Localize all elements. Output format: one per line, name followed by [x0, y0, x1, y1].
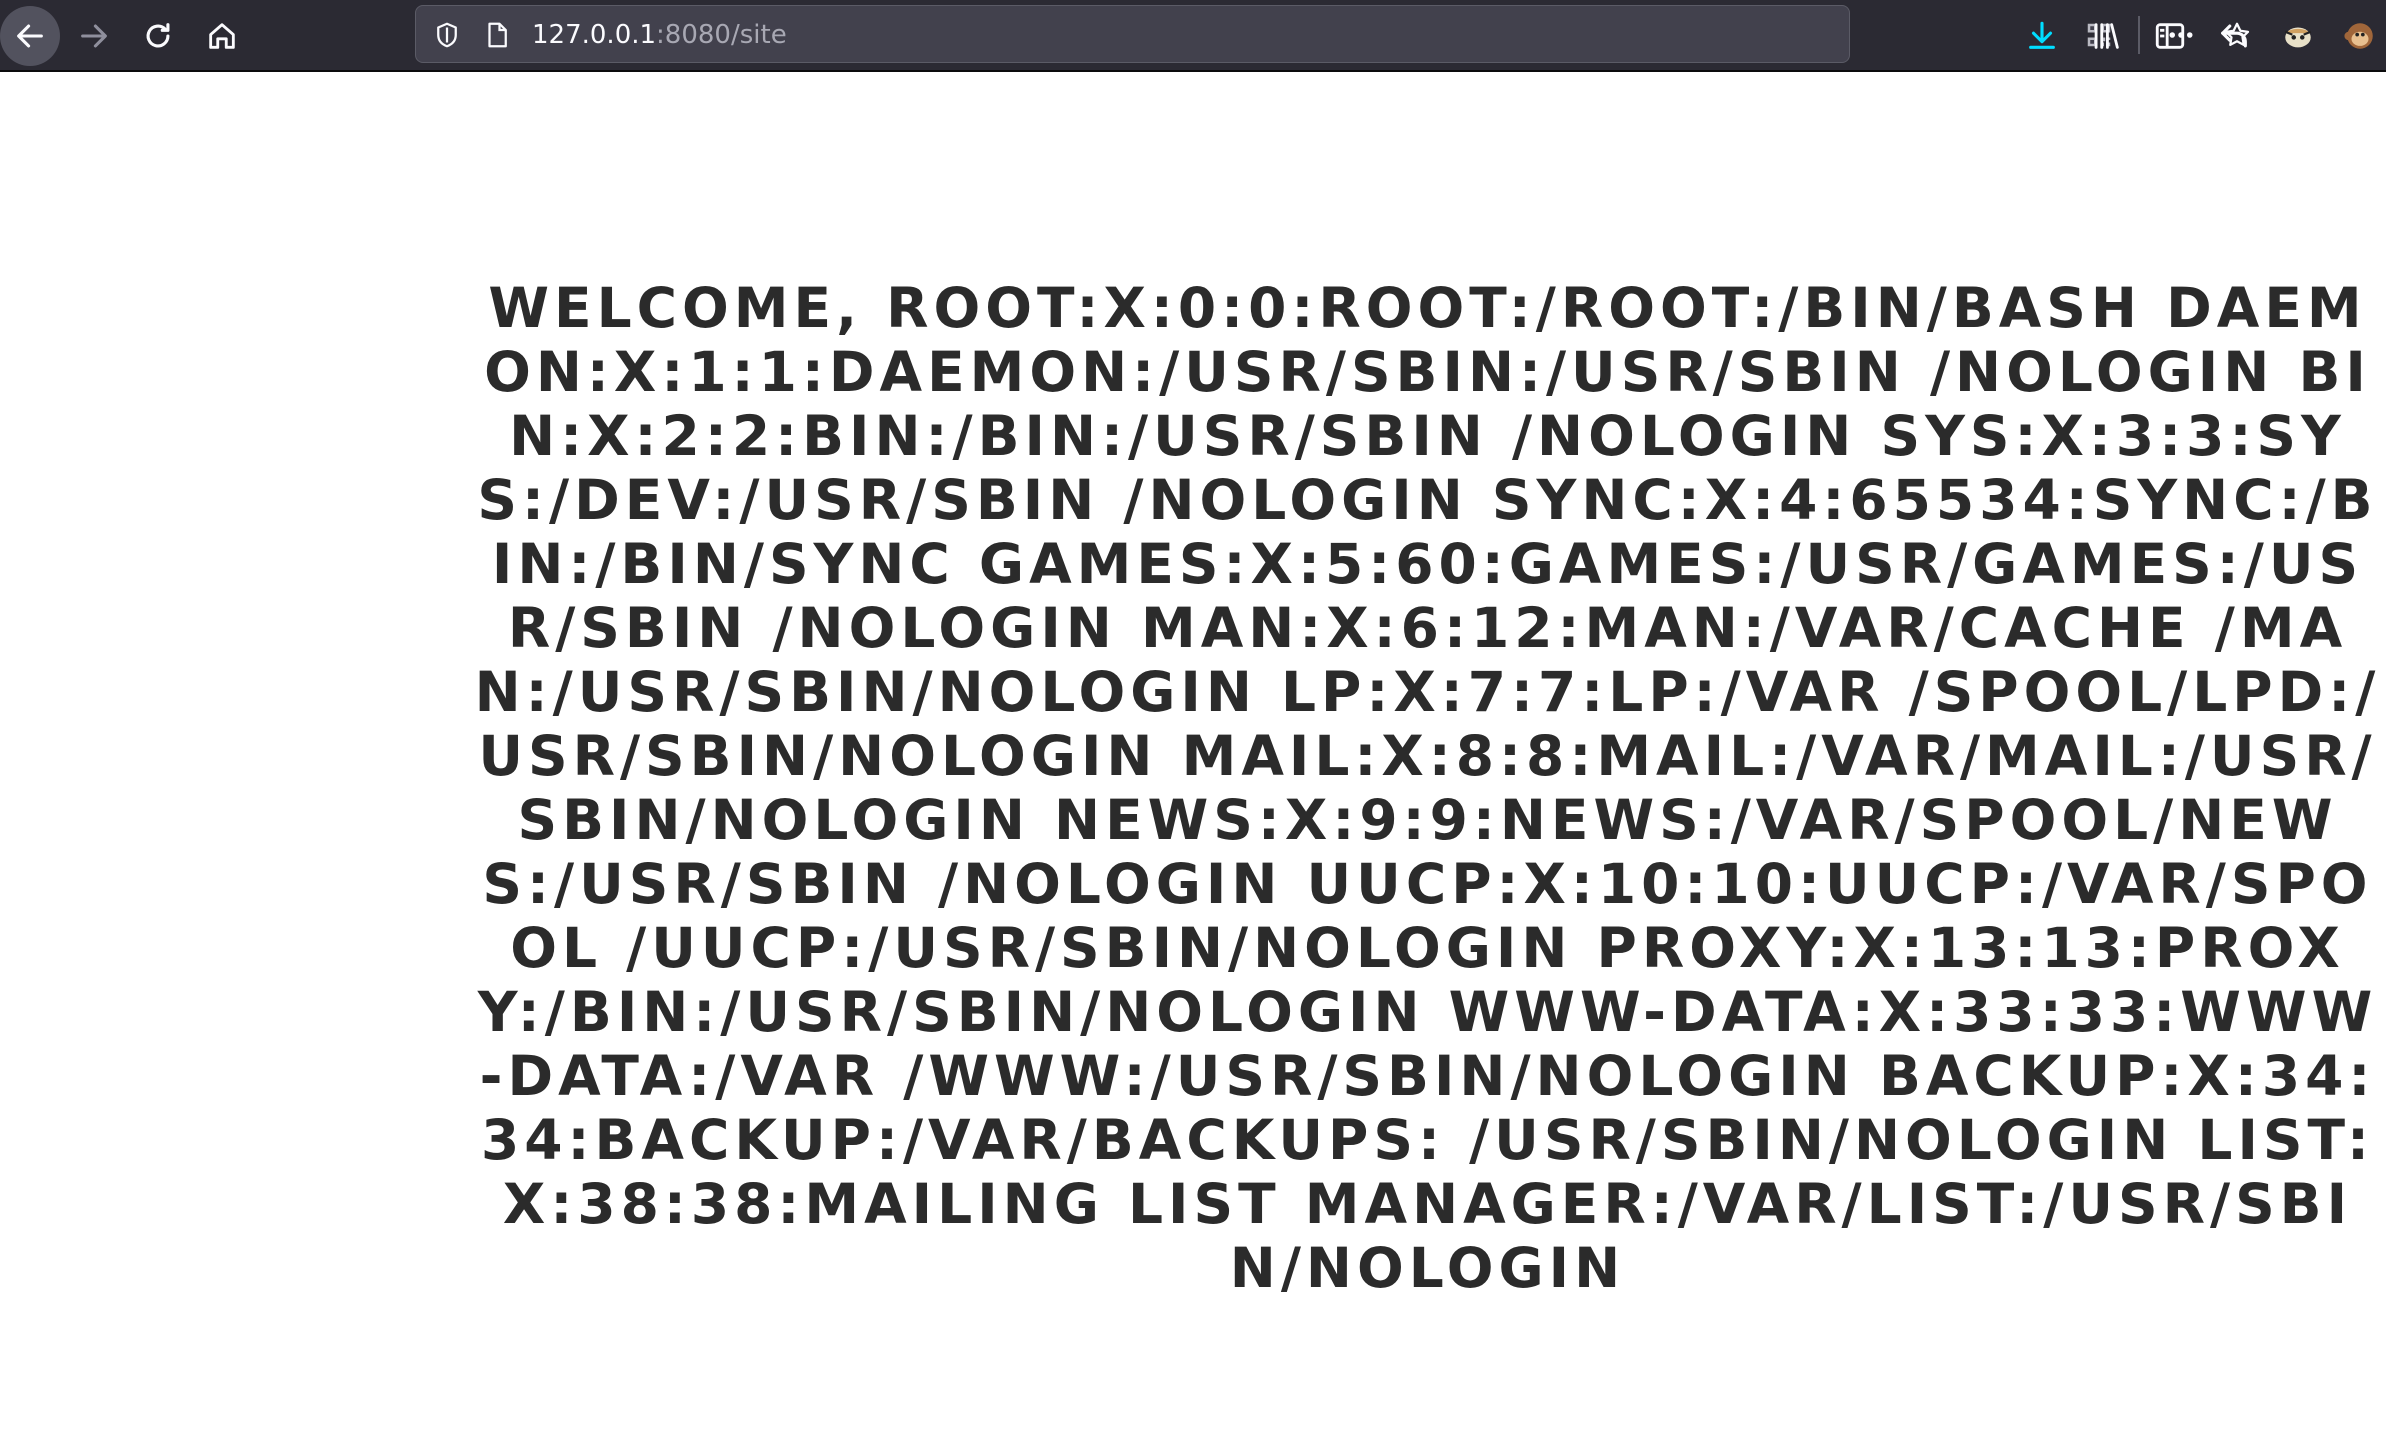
welcome-heading: Welcome, root:x:0:0:root:/root:/bin/bash…	[474, 276, 2381, 1300]
url-path: :8080/site	[656, 20, 787, 50]
page-content: Welcome, root:x:0:0:root:/root:/bin/bash…	[470, 276, 2385, 1454]
url-text[interactable]: 127.0.0.1:8080/site	[532, 19, 787, 51]
monkey-extension-button[interactable]	[2330, 6, 2386, 66]
extension-button[interactable]	[2268, 6, 2328, 66]
shield-icon[interactable]	[430, 18, 464, 52]
download-icon	[2029, 21, 2055, 49]
home-icon	[209, 23, 235, 49]
home-button[interactable]	[192, 6, 252, 66]
forward-button[interactable]	[64, 6, 124, 66]
library-icon	[2094, 23, 2119, 49]
monkey-icon	[2344, 23, 2373, 49]
back-button[interactable]	[0, 6, 60, 66]
url-host: 127.0.0.1	[532, 20, 657, 50]
sidebar-icon	[2155, 23, 2185, 49]
url-bar[interactable]: 127.0.0.1:8080/site	[415, 5, 2250, 63]
reload-button[interactable]	[128, 6, 188, 66]
arrow-left-icon	[17, 24, 43, 48]
reload-icon	[146, 23, 170, 48]
extension-icon	[2284, 27, 2312, 48]
arrow-right-icon	[81, 24, 107, 48]
library-button[interactable]	[2076, 6, 2136, 66]
undo-close-tab-button[interactable]	[2204, 6, 2264, 66]
page-icon[interactable]	[480, 18, 514, 52]
sidebar-button[interactable]	[2140, 6, 2200, 66]
downloads-button[interactable]	[2012, 6, 2072, 66]
undo-icon	[2221, 24, 2247, 48]
browser-toolbar: 127.0.0.1:8080/site	[0, 0, 2386, 72]
